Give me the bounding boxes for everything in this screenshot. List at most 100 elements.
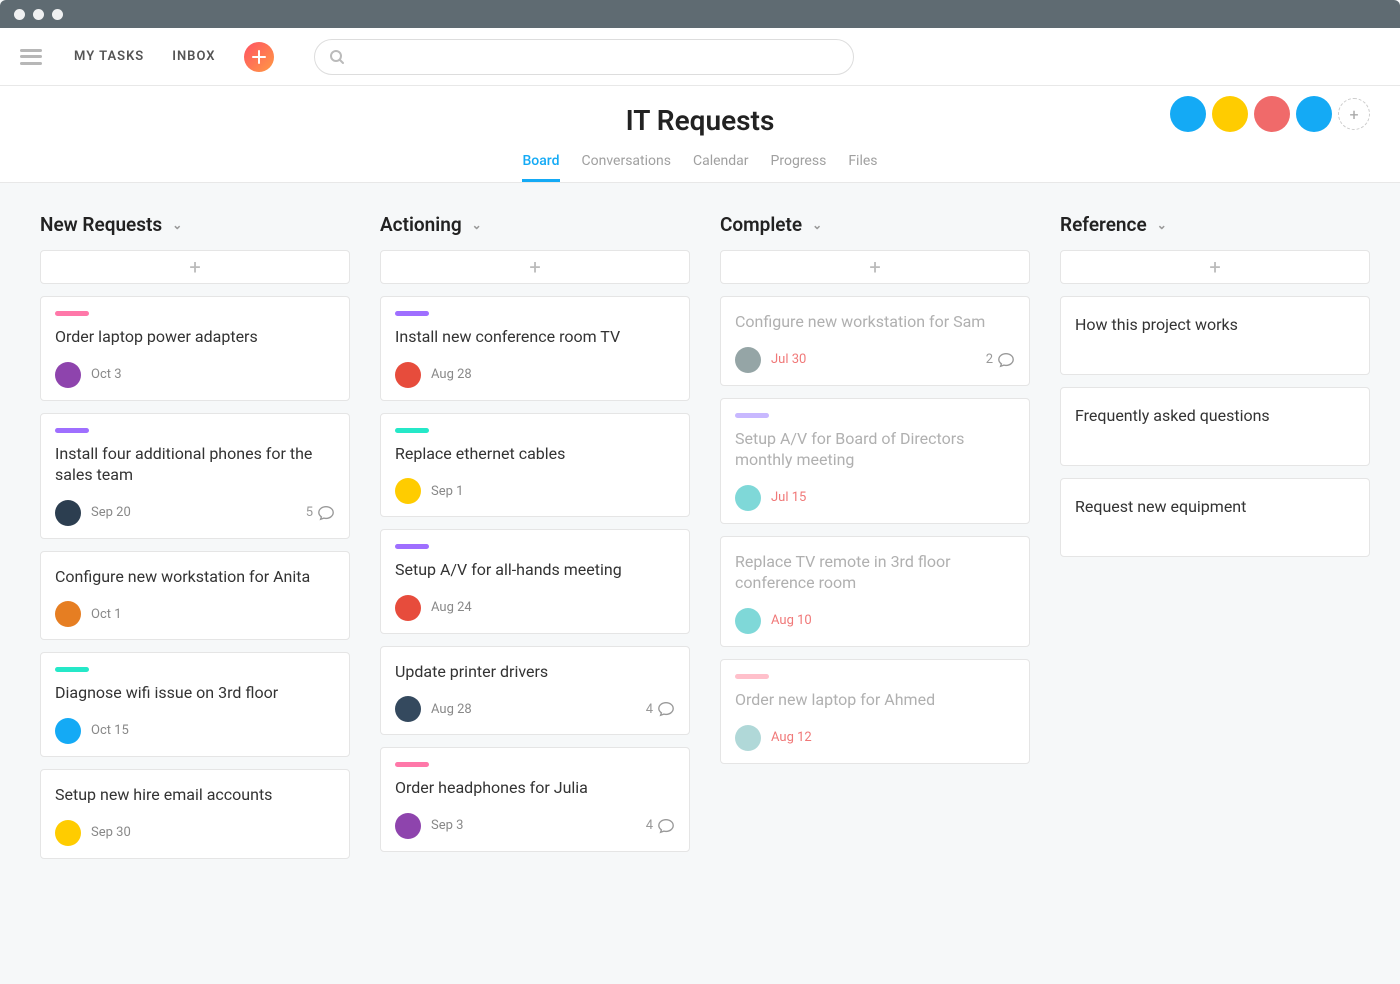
column-header[interactable]: Actioning⌄	[380, 213, 690, 236]
card-footer: Aug 10	[735, 608, 1015, 634]
task-card[interactable]: Setup A/V for Board of Directors monthly…	[720, 398, 1030, 524]
card-title: Setup new hire email accounts	[55, 784, 335, 806]
task-card[interactable]: Configure new workstation for Sam Jul 30 2	[720, 296, 1030, 386]
tab-board[interactable]: Board	[522, 153, 559, 182]
add-card-button[interactable]: +	[380, 250, 690, 284]
due-date: Sep 30	[91, 825, 131, 840]
card-footer: Aug 12	[735, 725, 1015, 751]
task-card[interactable]: Install new conference room TVAug 28	[380, 296, 690, 401]
card-tag	[395, 762, 429, 767]
search-input[interactable]	[314, 39, 854, 75]
assignee-avatar[interactable]	[55, 500, 81, 526]
task-card[interactable]: Frequently asked questions	[1060, 387, 1370, 466]
assignee-avatar[interactable]	[735, 485, 761, 511]
task-card[interactable]: Setup A/V for all-hands meetingAug 24	[380, 529, 690, 634]
card-title: Configure new workstation for Anita	[55, 566, 335, 588]
card-footer: Oct 1	[55, 601, 335, 627]
tab-files[interactable]: Files	[848, 153, 877, 182]
task-card[interactable]: Update printer driversAug 284	[380, 646, 690, 736]
comment-icon	[657, 700, 675, 718]
add-card-button[interactable]: +	[40, 250, 350, 284]
due-date: Jul 15	[771, 490, 806, 505]
task-card[interactable]: Replace ethernet cablesSep 1	[380, 413, 690, 518]
comment-icon	[317, 504, 335, 522]
assignee-avatar[interactable]	[55, 362, 81, 388]
window-dot	[33, 9, 44, 20]
assignee-avatar[interactable]	[735, 347, 761, 373]
assignee-avatar[interactable]	[55, 820, 81, 846]
card-tag	[55, 428, 89, 433]
comment-count[interactable]: 2	[986, 351, 1015, 369]
card-title: Order laptop power adapters	[55, 326, 335, 348]
member-avatar[interactable]	[1170, 96, 1206, 132]
column: New Requests ⌄ + Order laptop power adapter…	[40, 213, 350, 871]
search-icon	[329, 49, 345, 65]
comment-count[interactable]: 4	[646, 817, 675, 835]
comment-count[interactable]: 5	[306, 504, 335, 522]
nav-my-tasks[interactable]: MY TASKS	[74, 49, 144, 64]
assignee-avatar[interactable]	[55, 601, 81, 627]
tab-conversations[interactable]: Conversations	[582, 153, 671, 182]
column-title: New Requests	[40, 213, 162, 236]
column: Actioning⌄ + Install new conference room T…	[380, 213, 690, 864]
add-card-button[interactable]: +	[1060, 250, 1370, 284]
add-button[interactable]	[244, 42, 274, 72]
add-card-button[interactable]: +	[720, 250, 1030, 284]
task-card[interactable]: Order new laptop for AhmedAug 12	[720, 659, 1030, 764]
comment-icon	[657, 817, 675, 835]
card-tag	[735, 674, 769, 679]
column-title: Reference	[1060, 213, 1147, 236]
column-header[interactable]: Reference⌄	[1060, 213, 1370, 236]
task-card[interactable]: Configure new workstation for Anita Oct 1	[40, 551, 350, 641]
card-footer: Jul 15	[735, 485, 1015, 511]
task-card[interactable]: Install four additional phones for the s…	[40, 413, 350, 539]
member-avatar[interactable]	[1296, 96, 1332, 132]
task-card[interactable]: Setup new hire email accounts Sep 30	[40, 769, 350, 859]
card-title: Setup A/V for Board of Directors monthly…	[735, 428, 1015, 471]
card-title: Order headphones for Julia	[395, 777, 675, 799]
task-card[interactable]: Order headphones for JuliaSep 34	[380, 747, 690, 852]
nav-inbox[interactable]: INBOX	[172, 49, 215, 64]
add-member-button[interactable]: +	[1338, 98, 1370, 130]
due-date: Aug 10	[771, 613, 812, 628]
assignee-avatar[interactable]	[395, 813, 421, 839]
assignee-avatar[interactable]	[395, 362, 421, 388]
column-header[interactable]: Complete⌄	[720, 213, 1030, 236]
due-date: Aug 24	[431, 600, 472, 615]
card-footer: Aug 24	[395, 595, 675, 621]
member-avatar[interactable]	[1212, 96, 1248, 132]
assignee-avatar[interactable]	[735, 725, 761, 751]
task-card[interactable]: How this project works	[1060, 296, 1370, 375]
tab-calendar[interactable]: Calendar	[693, 153, 749, 182]
assignee-avatar[interactable]	[735, 608, 761, 634]
card-title: Replace TV remote in 3rd floor conferenc…	[735, 551, 1015, 594]
card-title: Update printer drivers	[395, 661, 675, 683]
card-title: Diagnose wifi issue on 3rd floor	[55, 682, 335, 704]
due-date: Sep 20	[91, 505, 131, 520]
assignee-avatar[interactable]	[55, 718, 81, 744]
comment-count[interactable]: 4	[646, 700, 675, 718]
card-footer: Oct 15	[55, 718, 335, 744]
column: Complete⌄ + Configure new workstation for …	[720, 213, 1030, 776]
menu-icon[interactable]	[20, 49, 42, 65]
card-footer: Sep 30	[55, 820, 335, 846]
member-avatar[interactable]	[1254, 96, 1290, 132]
card-title: Configure new workstation for Sam	[735, 311, 1015, 333]
task-card[interactable]: Order laptop power adapters Oct 3	[40, 296, 350, 401]
card-tag	[55, 311, 89, 316]
window-chrome	[0, 0, 1400, 28]
due-date: Jul 30	[771, 352, 806, 367]
assignee-avatar[interactable]	[395, 478, 421, 504]
assignee-avatar[interactable]	[395, 595, 421, 621]
card-tag	[55, 667, 89, 672]
assignee-avatar[interactable]	[395, 696, 421, 722]
chevron-down-icon: ⌄	[172, 218, 182, 232]
card-footer: Aug 28	[395, 362, 675, 388]
due-date: Oct 1	[91, 607, 122, 622]
card-footer: Oct 3	[55, 362, 335, 388]
tab-progress[interactable]: Progress	[771, 153, 827, 182]
task-card[interactable]: Replace TV remote in 3rd floor conferenc…	[720, 536, 1030, 647]
task-card[interactable]: Request new equipment	[1060, 478, 1370, 557]
task-card[interactable]: Diagnose wifi issue on 3rd floor Oct 15	[40, 652, 350, 757]
column-header[interactable]: New Requests ⌄	[40, 213, 350, 236]
